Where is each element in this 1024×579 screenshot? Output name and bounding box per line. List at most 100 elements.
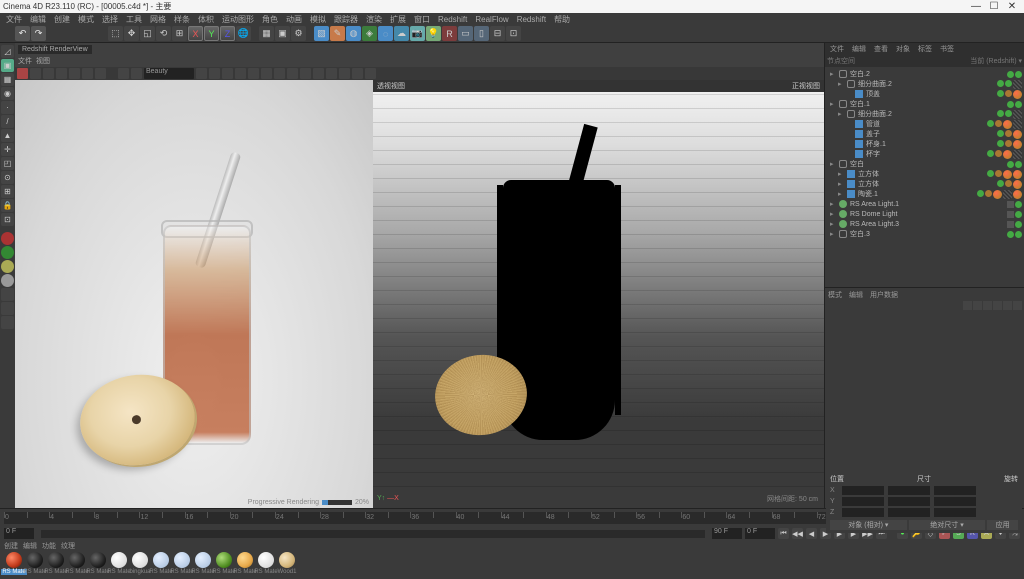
rv-filter-icon[interactable] xyxy=(196,68,207,79)
coord-apply-button[interactable]: 应用 xyxy=(987,520,1018,530)
rs-material-red-icon[interactable] xyxy=(1,232,14,245)
tree-row[interactable]: 管道 xyxy=(827,119,1022,129)
tag-dot-g[interactable] xyxy=(1015,201,1022,208)
material-swatch[interactable]: RS Mate xyxy=(4,552,24,578)
render-region-icon[interactable]: ▦ xyxy=(259,26,274,41)
rv-aov-dropdown[interactable]: Beauty xyxy=(144,68,194,79)
material-manager[interactable]: RS MateRS MateRS MateRS MateRS MateRS Ma… xyxy=(0,551,1024,579)
tag-dot-g[interactable] xyxy=(997,130,1004,137)
add-cube-icon[interactable]: ▧ xyxy=(314,26,329,41)
rv-snapshot-icon[interactable] xyxy=(56,68,67,79)
axis-mode-icon[interactable]: ✛ xyxy=(1,143,14,156)
material-swatch[interactable]: Wood1 xyxy=(277,552,297,578)
material-swatch[interactable]: RS Mate xyxy=(46,552,66,578)
obj-tab-标签[interactable]: 标签 xyxy=(915,44,935,54)
obj-tab-查看[interactable]: 查看 xyxy=(871,44,891,54)
tag-dot-g[interactable] xyxy=(1005,80,1012,87)
rs-tool-3-icon[interactable] xyxy=(1,316,14,329)
goto-start-icon[interactable]: ⏮ xyxy=(778,528,789,539)
menu-模式[interactable]: 模式 xyxy=(78,14,94,25)
maximize-button[interactable]: ☐ xyxy=(985,1,1003,12)
menu-工具[interactable]: 工具 xyxy=(126,14,142,25)
material-swatch[interactable]: RS Mate xyxy=(25,552,45,578)
tag-dot-a[interactable] xyxy=(995,170,1002,177)
tag-grid[interactable] xyxy=(1003,190,1012,199)
axis-z-toggle[interactable]: Z xyxy=(220,26,235,41)
rv-snap-icon[interactable] xyxy=(352,68,363,79)
rv-mat-icon[interactable] xyxy=(365,68,376,79)
snap-icon[interactable]: ⊙ xyxy=(1,171,14,184)
attr-tab-模式[interactable]: 模式 xyxy=(828,290,842,301)
rv-freeze-icon[interactable] xyxy=(82,68,93,79)
add-light-icon[interactable]: 💡 xyxy=(426,26,441,41)
tag-red-ball[interactable] xyxy=(1013,90,1022,99)
tree-row[interactable]: ▸RS Area Light.1 xyxy=(827,199,1022,209)
tag-dot-a[interactable] xyxy=(985,190,992,197)
live-select-icon[interactable]: ⬚ xyxy=(108,26,123,41)
add-volume-icon[interactable]: ▭ xyxy=(458,26,473,41)
last-tool-icon[interactable]: ⊞ xyxy=(172,26,187,41)
tag-grid[interactable] xyxy=(1013,150,1022,159)
tree-row[interactable]: ▸RS Dome Light xyxy=(827,209,1022,219)
tag-dot-g[interactable] xyxy=(1015,161,1022,168)
tag-dot-a[interactable] xyxy=(1005,90,1012,97)
tree-row[interactable]: 顶盖 xyxy=(827,89,1022,99)
menu-创建[interactable]: 创建 xyxy=(54,14,70,25)
timeline-start-field[interactable]: 0 F xyxy=(4,528,34,539)
attr-nav-back-icon[interactable] xyxy=(963,301,972,310)
tag-dot-g[interactable] xyxy=(997,180,1004,187)
rv-pick-icon[interactable] xyxy=(131,68,142,79)
rotate-icon[interactable]: ⟲ xyxy=(156,26,171,41)
tag-dot-g[interactable] xyxy=(1005,110,1012,117)
menu-动画[interactable]: 动画 xyxy=(286,14,302,25)
rs-material-green-icon[interactable] xyxy=(1,246,14,259)
rv-soft-icon[interactable] xyxy=(209,68,220,79)
axis-y-toggle[interactable]: Y xyxy=(204,26,219,41)
locked-workplane-icon[interactable]: 🔒 xyxy=(1,199,14,212)
add-camera-icon[interactable]: 📷 xyxy=(410,26,425,41)
attr-menu-icon[interactable] xyxy=(1013,301,1022,310)
rv-fit-icon[interactable] xyxy=(261,68,272,79)
tag-dot-g[interactable] xyxy=(1007,71,1014,78)
redshift-menu-icon[interactable]: R xyxy=(442,26,457,41)
rot-h-field[interactable] xyxy=(934,486,976,495)
obj-tab-书签[interactable]: 书签 xyxy=(937,44,957,54)
render-viewport[interactable]: Progressive Rendering 20% xyxy=(15,80,373,508)
tag-dot-g[interactable] xyxy=(997,140,1004,147)
viewport-solo-icon[interactable]: ◰ xyxy=(1,157,14,170)
pos-y-field[interactable] xyxy=(842,497,884,506)
timeline-current-field[interactable]: 0 F xyxy=(745,528,775,539)
mat-menu-纹理[interactable]: 纹理 xyxy=(61,541,75,551)
tag-red-ball[interactable] xyxy=(1013,130,1022,139)
rv-view-menu[interactable]: 视图 xyxy=(36,56,50,66)
material-swatch[interactable]: RS Mate xyxy=(214,552,234,578)
menu-跟踪器[interactable]: 跟踪器 xyxy=(334,14,358,25)
tree-row[interactable]: ▸空白.3 xyxy=(827,229,1022,239)
rv-display-icon[interactable] xyxy=(222,68,233,79)
tag-sq[interactable] xyxy=(1007,201,1014,208)
rot-b-field[interactable] xyxy=(934,508,976,517)
material-swatch[interactable]: RS Mate xyxy=(193,552,213,578)
mat-menu-创建[interactable]: 创建 xyxy=(4,541,18,551)
rv-file-menu[interactable]: 文件 xyxy=(18,56,32,66)
tag-dot-g[interactable] xyxy=(1015,71,1022,78)
tree-row[interactable]: ▸空白.1 xyxy=(827,99,1022,109)
tree-row[interactable]: 杯字 xyxy=(827,149,1022,159)
rv-compare-icon[interactable] xyxy=(300,68,311,79)
coord-size-dropdown[interactable]: 绝对尺寸 ▾ xyxy=(909,520,986,530)
rv-render-icon[interactable] xyxy=(17,68,28,79)
planar-workplane-icon[interactable]: ⊡ xyxy=(1,213,14,226)
menu-体积[interactable]: 体积 xyxy=(198,14,214,25)
tag-dot-g[interactable] xyxy=(1007,101,1014,108)
timeline-end-field[interactable]: 90 F xyxy=(712,528,742,539)
tag-dot-g[interactable] xyxy=(1015,231,1022,238)
render-view-tab[interactable]: Redshift RenderView xyxy=(18,45,92,54)
tree-row[interactable]: ▸立方体 xyxy=(827,179,1022,189)
tag-dot-a[interactable] xyxy=(1005,180,1012,187)
obj-tab-对象[interactable]: 对象 xyxy=(893,44,913,54)
add-subdivision-icon[interactable]: ◍ xyxy=(346,26,361,41)
size-y-field[interactable] xyxy=(888,497,930,506)
rv-history-icon[interactable] xyxy=(326,68,337,79)
undo-button[interactable]: ↶ xyxy=(15,26,30,41)
tree-row[interactable]: ▸细分曲面.2 xyxy=(827,79,1022,89)
